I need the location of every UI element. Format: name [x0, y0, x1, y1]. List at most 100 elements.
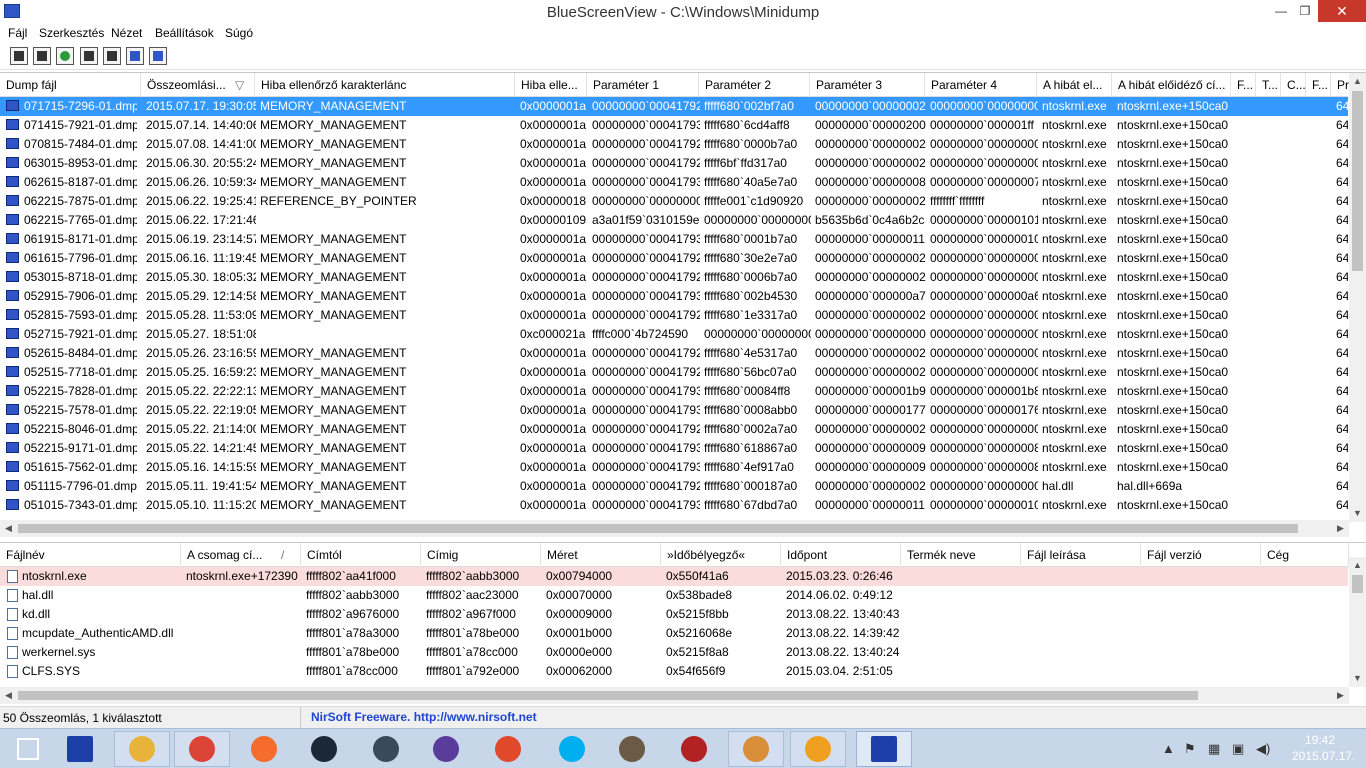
crash-list-column-header[interactable]: Hiba elle...: [515, 73, 587, 97]
scroll-down-icon[interactable]: ▼: [1349, 670, 1366, 687]
save-app-icon[interactable]: [52, 731, 108, 767]
hscroll-thumb[interactable]: [18, 524, 1298, 533]
driver-list-column-header[interactable]: Időpont: [781, 543, 901, 567]
crash-row[interactable]: 052215-7578-01.dmp 2015.05.22. 22:19:05 ME…: [0, 401, 1348, 420]
menu-options[interactable]: Beállítások: [155, 26, 214, 40]
driver-list-column-header[interactable]: Méret: [541, 543, 661, 567]
driver-row[interactable]: ntoskrnl.exe ntoskrnl.exe+172390 fffff802`…: [0, 567, 1348, 586]
driver-row[interactable]: CLFS.SYS fffff801`a78cc000 fffff801`a792e0…: [0, 662, 1348, 681]
options-icon[interactable]: [103, 47, 121, 65]
crash-row[interactable]: 052615-8484-01.dmp 2015.05.26. 23:16:59 ME…: [0, 344, 1348, 363]
clock[interactable]: 19:42 2015.07.17.: [1292, 732, 1355, 764]
crash-row[interactable]: 062215-7765-01.dmp 2015.06.22. 17:21:46 0x…: [0, 211, 1348, 230]
crash-row[interactable]: 052915-7906-01.dmp 2015.05.29. 12:14:58 ME…: [0, 287, 1348, 306]
origin-icon[interactable]: [236, 731, 292, 767]
driver-list-column-header[interactable]: Fájl leírása: [1021, 543, 1141, 567]
driver-list-vscroll[interactable]: ▲ ▼: [1349, 557, 1366, 687]
driver-list-column-header[interactable]: Cég: [1261, 543, 1349, 567]
driver-list-hscroll[interactable]: ◀ ▶: [0, 687, 1349, 704]
crash-row[interactable]: 052215-7828-01.dmp 2015.05.22. 22:22:13 ME…: [0, 382, 1348, 401]
network-icon[interactable]: ▣: [1232, 741, 1244, 757]
crash-list-column-header[interactable]: Paraméter 1: [587, 73, 699, 97]
file-explorer-icon[interactable]: [114, 731, 170, 767]
crash-row[interactable]: 052515-7718-01.dmp 2015.05.25. 16:59:23 ME…: [0, 363, 1348, 382]
crash-list-column-header[interactable]: F...: [1231, 73, 1256, 97]
crash-row[interactable]: 053015-8718-01.dmp 2015.05.30. 18:05:32 ME…: [0, 268, 1348, 287]
crash-list-column-header[interactable]: A hibát előidéző cí...: [1112, 73, 1231, 97]
exit-icon[interactable]: [149, 47, 167, 65]
crash-list-vscroll[interactable]: ▲ ▼: [1349, 73, 1366, 522]
crash-list-column-header[interactable]: F...: [1306, 73, 1331, 97]
copy-icon[interactable]: [80, 47, 98, 65]
music-app-icon[interactable]: [480, 731, 536, 767]
driver-list-column-header[interactable]: Címtól: [301, 543, 421, 567]
media-player-icon[interactable]: [790, 731, 846, 767]
scroll-up-icon[interactable]: ▲: [1349, 73, 1366, 90]
driver-list-column-header[interactable]: Fájlnév: [0, 543, 181, 567]
close-button[interactable]: ✕: [1318, 0, 1366, 22]
show-hidden-icons-icon[interactable]: ▲: [1162, 741, 1175, 756]
crash-list-column-header[interactable]: A hibát el...: [1037, 73, 1112, 97]
volume-icon[interactable]: ◀): [1256, 741, 1270, 757]
crash-row[interactable]: 051615-7562-01.dmp 2015.05.16. 14:15:59 ME…: [0, 458, 1348, 477]
crash-row[interactable]: 070815-7484-01.dmp 2015.07.08. 14:41:00 ME…: [0, 135, 1348, 154]
driver-list-column-header[interactable]: A csomag cí... /: [181, 543, 301, 567]
scroll-down-icon[interactable]: ▼: [1349, 505, 1366, 522]
crash-list-column-header[interactable]: C...: [1281, 73, 1306, 97]
crash-list-column-header[interactable]: Paraméter 4: [925, 73, 1037, 97]
menu-edit[interactable]: Szerkesztés: [39, 26, 104, 40]
driver-list-column-header[interactable]: »Időbélyegző«: [661, 543, 781, 567]
bluescreenview-icon[interactable]: [856, 731, 912, 767]
crash-list-column-header[interactable]: T...: [1256, 73, 1281, 97]
scroll-left-icon[interactable]: ◀: [0, 687, 17, 704]
scroll-right-icon[interactable]: ▶: [1332, 520, 1349, 537]
driver-row[interactable]: mcupdate_AuthenticAMD.dll fffff801`a78a30…: [0, 624, 1348, 643]
menu-help[interactable]: Súgó: [225, 26, 253, 40]
paint-icon[interactable]: [728, 731, 784, 767]
crash-row[interactable]: 052215-9171-01.dmp 2015.05.22. 14:21:45 ME…: [0, 439, 1348, 458]
crash-row[interactable]: 071415-7921-01.dmp 2015.07.14. 14:40:06 ME…: [0, 116, 1348, 135]
crash-list-column-header[interactable]: Összeomlási... ▽: [141, 73, 255, 97]
driver-list-column-header[interactable]: Termék neve: [901, 543, 1021, 567]
crash-list-column-header[interactable]: Paraméter 3: [810, 73, 925, 97]
find-icon[interactable]: [126, 47, 144, 65]
crash-row[interactable]: 051015-7343-01.dmp 2015.05.10. 11:15:20 ME…: [0, 496, 1348, 515]
crash-row[interactable]: 062215-7875-01.dmp 2015.06.22. 19:25:41 RE…: [0, 192, 1348, 211]
crash-list-column-header[interactable]: Hiba ellenőrző karakterlánc: [255, 73, 515, 97]
scroll-thumb[interactable]: [1352, 91, 1363, 271]
bittorrent-icon[interactable]: [418, 731, 474, 767]
maximize-button[interactable]: ❐: [1290, 0, 1320, 22]
crash-row[interactable]: 052715-7921-01.dmp 2015.05.27. 18:51:08 0x…: [0, 325, 1348, 344]
gimp-icon[interactable]: [604, 731, 660, 767]
scroll-up-icon[interactable]: ▲: [1349, 557, 1366, 574]
hscroll-thumb[interactable]: [18, 691, 1198, 700]
scroll-thumb[interactable]: [1352, 575, 1363, 593]
crash-row[interactable]: 063015-8953-01.dmp 2015.06.30. 20:55:24 ME…: [0, 154, 1348, 173]
crash-row[interactable]: 062615-8187-01.dmp 2015.06.26. 10:59:34 ME…: [0, 173, 1348, 192]
save-icon[interactable]: [33, 47, 51, 65]
driver-row[interactable]: kd.dll fffff802`a9676000 fffff802`a967f000…: [0, 605, 1348, 624]
driver-list-column-header[interactable]: Címig: [421, 543, 541, 567]
crash-list-column-header[interactable]: Pr: [1331, 73, 1351, 97]
driver-row[interactable]: werkernel.sys fffff801`a78be000 fffff801`a…: [0, 643, 1348, 662]
driver-row[interactable]: hal.dll fffff802`aabb3000 fffff802`aac2300…: [0, 586, 1348, 605]
scroll-right-icon[interactable]: ▶: [1332, 687, 1349, 704]
crash-row[interactable]: 051115-7796-01.dmp 2015.05.11. 19:41:54 ME…: [0, 477, 1348, 496]
refresh-icon[interactable]: [56, 47, 74, 65]
chrome-icon[interactable]: [174, 731, 230, 767]
crash-list-hscroll[interactable]: ◀ ▶: [0, 520, 1349, 537]
crash-row[interactable]: 052815-7593-01.dmp 2015.05.28. 11:53:09 ME…: [0, 306, 1348, 325]
crash-row[interactable]: 052215-8046-01.dmp 2015.05.22. 21:14:00 ME…: [0, 420, 1348, 439]
flag-icon[interactable]: ⚑: [1184, 741, 1196, 757]
menu-view[interactable]: Nézet: [111, 26, 142, 40]
skype-icon[interactable]: [544, 731, 600, 767]
game-app-icon[interactable]: [666, 731, 722, 767]
crash-row[interactable]: 071715-7296-01.dmp 2015.07.17. 19:30:05 ME…: [0, 97, 1348, 116]
properties-icon[interactable]: [10, 47, 28, 65]
crash-row[interactable]: 061615-7796-01.dmp 2015.06.16. 11:19:45 ME…: [0, 249, 1348, 268]
nirsoft-link[interactable]: NirSoft Freeware. http://www.nirsoft.net: [300, 707, 1366, 729]
crash-list-column-header[interactable]: Paraméter 2: [699, 73, 810, 97]
steam-icon[interactable]: [296, 731, 352, 767]
crash-list-column-header[interactable]: Dump fájl: [0, 73, 141, 97]
teamspeak-icon[interactable]: [358, 731, 414, 767]
